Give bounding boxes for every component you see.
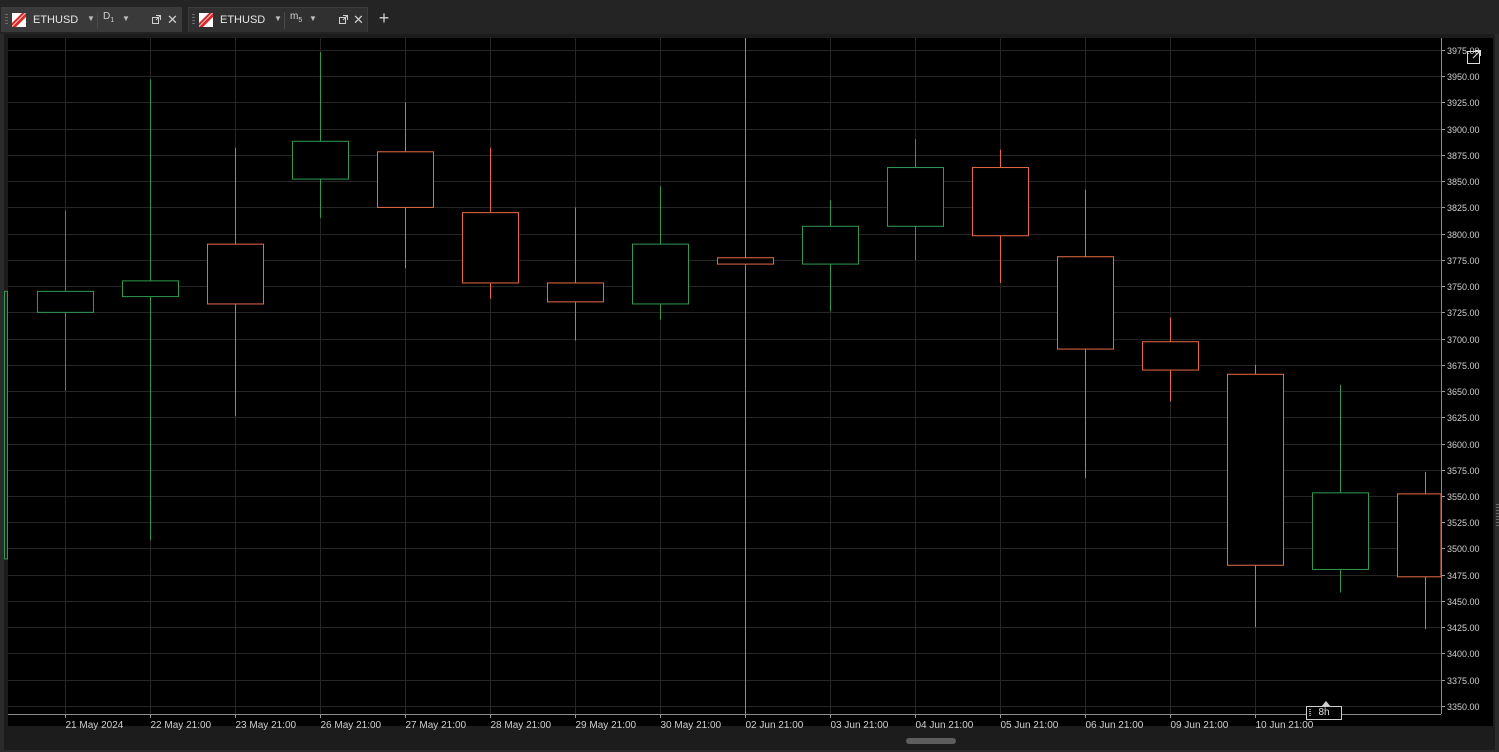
y-axis-label: 3675.00 <box>1447 361 1480 371</box>
x-axis-label: 10 Jun 21:00 <box>1256 720 1314 731</box>
tab-ethusd-m5[interactable]: ETHUSD ▼ m5 ▼ ✕ <box>188 7 368 32</box>
grip-icon <box>1309 709 1311 717</box>
close-icon[interactable]: ✕ <box>353 12 364 28</box>
candle-bear <box>717 257 774 265</box>
y-axis-label: 3625.00 <box>1447 413 1480 423</box>
y-axis-label: 3350.00 <box>1447 702 1480 712</box>
plus-icon[interactable]: + <box>375 9 393 27</box>
y-axis-label: 3725.00 <box>1447 308 1480 318</box>
horizontal-scrollbar[interactable] <box>906 738 956 744</box>
x-axis-label: 26 May 21:00 <box>321 720 382 731</box>
symbol-flag-icon <box>199 13 213 27</box>
x-axis-label: 21 May 2024 <box>66 720 124 731</box>
close-icon[interactable]: ✕ <box>167 12 178 28</box>
y-axis-label: 3575.00 <box>1447 466 1480 476</box>
candlestick-chart[interactable]: 3350.00 3375.00 3400.00 3425.00 3450.00 3475.… <box>4 34 1495 750</box>
y-axis-label: 3900.00 <box>1447 125 1480 135</box>
plot-area <box>8 38 1441 714</box>
chart-panel[interactable]: 3350.00 3375.00 3400.00 3425.00 3450.00 3475.… <box>4 34 1499 750</box>
tab-symbol: ETHUSD <box>33 14 79 26</box>
tab-ethusd-d1[interactable]: ETHUSD ▼ D1 ▼ ✕ <box>1 7 182 32</box>
candle-bear <box>377 151 434 208</box>
price-axis-area <box>1441 38 1493 714</box>
timeframe-marker[interactable]: 8h <box>1306 701 1342 720</box>
y-axis-label: 3950.00 <box>1447 72 1480 82</box>
grip-icon[interactable] <box>192 14 195 26</box>
x-axis-label: 05 Jun 21:00 <box>1001 720 1059 731</box>
x-axis-label: 27 May 21:00 <box>406 720 467 731</box>
candle-bear <box>207 243 264 305</box>
candle-bull <box>632 243 689 305</box>
y-axis-label: 3500.00 <box>1447 544 1480 554</box>
tab-symbol: ETHUSD <box>220 14 266 26</box>
tab-divider <box>284 12 285 29</box>
x-axis-label: 29 May 21:00 <box>576 720 637 731</box>
tab-bar: ETHUSD ▼ D1 ▼ ✕ ETHUSD ▼ m5 ▼ ✕ + <box>0 0 1499 34</box>
candle-bull <box>292 140 349 180</box>
candle-bear <box>972 167 1029 237</box>
popout-icon[interactable] <box>152 15 161 24</box>
candle-bear <box>547 282 604 303</box>
y-axis-label: 3750.00 <box>1447 282 1480 292</box>
x-axis-label: 30 May 21:00 <box>661 720 722 731</box>
candle-bull <box>802 225 859 265</box>
y-axis-label: 3850.00 <box>1447 177 1480 187</box>
y-axis-label: 3700.00 <box>1447 335 1480 345</box>
x-axis-label: 02 Jun 21:00 <box>746 720 804 731</box>
candle-bull <box>37 290 94 313</box>
candle-bear <box>1057 256 1114 350</box>
chevron-down-icon[interactable]: ▼ <box>309 14 317 23</box>
candle-bull <box>122 280 179 298</box>
tab-timeframe[interactable]: m5 <box>290 11 302 24</box>
y-axis-label: 3875.00 <box>1447 151 1480 161</box>
candle-bull <box>887 167 944 227</box>
y-axis-label: 3375.00 <box>1447 676 1480 686</box>
chevron-down-icon[interactable]: ▼ <box>87 14 95 23</box>
x-axis-label: 28 May 21:00 <box>491 720 552 731</box>
y-axis-label: 3525.00 <box>1447 518 1480 528</box>
candle-bear <box>1227 373 1284 566</box>
y-axis-label: 3600.00 <box>1447 440 1480 450</box>
candle-bear <box>1142 341 1199 371</box>
marker-pointer <box>1321 701 1331 707</box>
y-axis-label: 3650.00 <box>1447 387 1480 397</box>
popout-icon[interactable] <box>339 15 348 24</box>
grip-icon[interactable] <box>5 14 8 26</box>
y-axis-label: 3450.00 <box>1447 597 1480 607</box>
tab-timeframe[interactable]: D1 <box>103 11 114 24</box>
x-axis-label: 04 Jun 21:00 <box>916 720 974 731</box>
timeframe-marker-label: 8h <box>1318 707 1330 718</box>
y-axis-label: 3400.00 <box>1447 649 1480 659</box>
tab-divider <box>97 12 98 29</box>
x-axis-label: 22 May 21:00 <box>151 720 212 731</box>
expand-icon[interactable] <box>1467 50 1481 64</box>
chevron-down-icon[interactable]: ▼ <box>274 14 282 23</box>
chevron-down-icon[interactable]: ▼ <box>122 14 130 23</box>
x-axis-label: 03 Jun 21:00 <box>831 720 889 731</box>
y-axis-label: 3425.00 <box>1447 623 1480 633</box>
candle-bear <box>1397 493 1442 578</box>
candle-partial <box>4 290 8 560</box>
y-axis-label: 3825.00 <box>1447 203 1480 213</box>
x-axis-label: 06 Jun 21:00 <box>1086 720 1144 731</box>
y-axis-label: 3550.00 <box>1447 492 1480 502</box>
y-axis-label: 3925.00 <box>1447 98 1480 108</box>
x-axis-label: 23 May 21:00 <box>236 720 297 731</box>
candle-bull <box>1312 492 1369 570</box>
candle-bear <box>462 212 519 284</box>
y-axis-label: 3775.00 <box>1447 256 1480 266</box>
y-axis-label: 3800.00 <box>1447 230 1480 240</box>
y-axis-label: 3475.00 <box>1447 571 1480 581</box>
x-axis-label: 09 Jun 21:00 <box>1171 720 1229 731</box>
symbol-flag-icon <box>12 13 26 27</box>
